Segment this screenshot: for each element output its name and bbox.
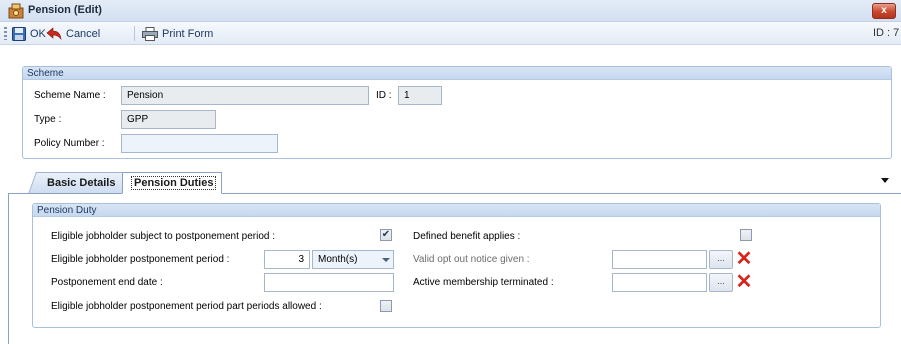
postponement-unit-select[interactable]: Month(s) [312, 250, 394, 269]
cancel-label: Cancel [66, 28, 101, 40]
scheme-id-label: ID : [376, 90, 392, 101]
opt-out-label: Valid opt out notice given : [413, 254, 530, 265]
defined-benefit-label: Defined benefit applies : [413, 231, 521, 242]
scheme-name-label: Scheme Name : [34, 90, 106, 101]
pension-duty-group-title: Pension Duty [33, 204, 880, 217]
opt-out-clear-button[interactable]: ✕ [734, 248, 754, 270]
postponement-period-label: Eligible jobholder postponement period : [51, 254, 230, 265]
tab-list-dropdown-icon[interactable] [881, 178, 889, 183]
postponement-end-label: Postponement end date : [51, 277, 163, 288]
policy-number-label: Policy Number : [34, 138, 105, 149]
ok-button[interactable]: OK [12, 26, 46, 42]
policy-number-input[interactable] [121, 134, 278, 153]
window-title: Pension (Edit) [28, 4, 102, 16]
printer-icon [142, 27, 158, 41]
membership-terminated-label: Active membership terminated : [413, 277, 554, 288]
tab-pension-duties-label: Pension Duties [131, 176, 217, 190]
checkmark-icon: ✔ [381, 229, 391, 240]
close-button[interactable]: x [872, 3, 896, 19]
cancel-button[interactable]: Cancel [46, 26, 100, 42]
tab-pension-duties[interactable]: Pension Duties [122, 172, 222, 194]
print-form-button[interactable]: Print Form [142, 26, 213, 42]
toolbar: OK Cancel Print Form ID : 7 [0, 22, 901, 45]
chevron-down-icon [382, 258, 390, 262]
print-form-label: Print Form [162, 28, 214, 40]
membership-terminated-clear-button[interactable]: ✕ [734, 271, 754, 293]
ok-label: OK [30, 28, 46, 40]
membership-terminated-picker-button[interactable]: ... [709, 273, 733, 292]
postponement-period-input[interactable]: 3 [264, 250, 310, 269]
scheme-id-field[interactable]: 1 [398, 86, 442, 105]
membership-terminated-date-input[interactable] [612, 273, 707, 292]
subject-postponement-label: Eligible jobholder subject to postponeme… [51, 231, 276, 242]
record-id-label: ID : 7 [873, 27, 900, 39]
toolbar-grip[interactable] [4, 27, 7, 40]
save-disk-icon [12, 27, 26, 41]
title-bar: Pension (Edit) x [0, 0, 901, 22]
part-periods-checkbox[interactable] [380, 300, 392, 312]
clear-x-icon: ✕ [735, 271, 753, 293]
close-icon: x [881, 5, 887, 16]
scheme-name-field[interactable]: Pension [121, 86, 369, 105]
postponement-unit-value: Month(s) [318, 254, 358, 265]
type-field[interactable]: GPP [121, 110, 216, 129]
tab-basic-details[interactable]: Basic Details [28, 172, 137, 194]
opt-out-date-input[interactable] [612, 250, 707, 269]
tab-basic-details-label: Basic Details [47, 177, 116, 189]
scheme-group-title: Scheme [23, 67, 891, 80]
subject-postponement-checkbox[interactable]: ✔ [380, 229, 392, 241]
tab-strip: Basic Details Pension Duties [0, 172, 901, 194]
pension-app-icon [8, 3, 24, 19]
clear-x-icon: ✕ [735, 248, 753, 270]
toolbar-separator [134, 26, 135, 41]
opt-out-picker-button[interactable]: ... [709, 250, 733, 269]
type-label: Type : [34, 114, 62, 125]
part-periods-label: Eligible jobholder postponement period p… [51, 301, 322, 312]
postponement-end-date-input[interactable] [264, 273, 394, 292]
undo-arrow-icon [46, 27, 62, 41]
defined-benefit-checkbox[interactable] [740, 229, 752, 241]
